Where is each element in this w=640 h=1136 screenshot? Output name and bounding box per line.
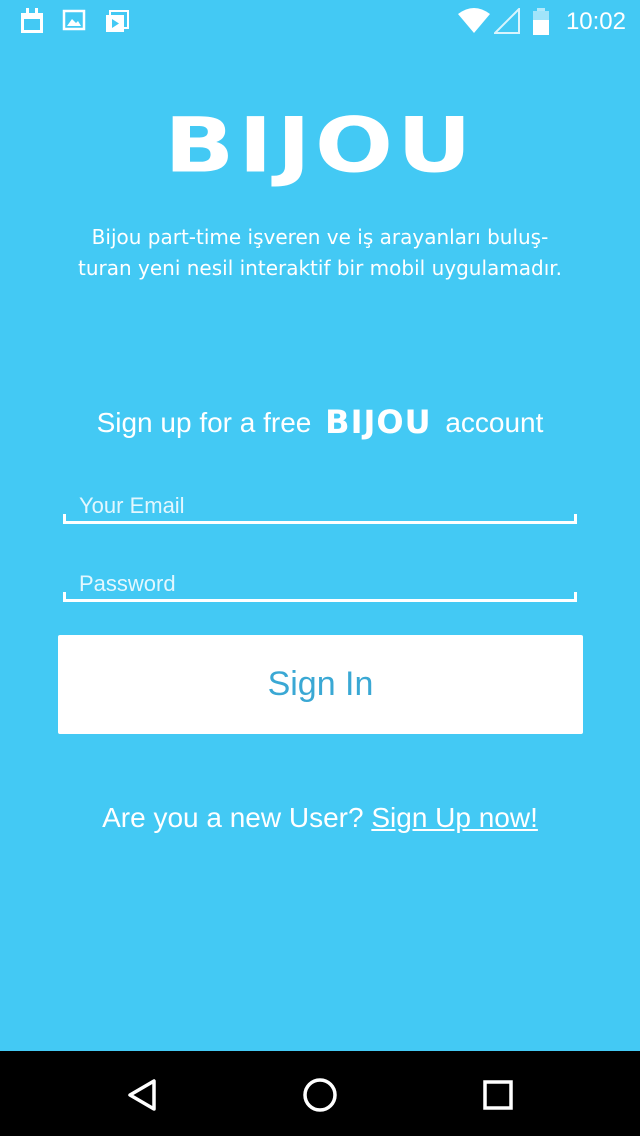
battery-icon	[532, 8, 550, 40]
back-icon[interactable]	[120, 1073, 164, 1117]
sign-up-link[interactable]: Sign Up now!	[371, 802, 538, 833]
recents-icon[interactable]	[476, 1073, 520, 1117]
navigation-bar	[0, 1051, 640, 1136]
cellular-signal-icon	[492, 6, 520, 38]
status-time: 10:02	[565, 8, 626, 35]
email-underline	[63, 514, 577, 524]
tagline: Bijou part-time işveren ve iş arayanları…	[40, 222, 600, 284]
wifi-icon	[458, 8, 490, 38]
new-user-prompt: Are you a new User? Sign Up now!	[0, 798, 640, 838]
sign-in-button[interactable]: Sign In	[58, 635, 583, 734]
password-underline	[63, 592, 577, 602]
tagline-line-2: turan yeni nesil interaktif bir mobil uy…	[77, 256, 562, 280]
calendar-icon	[20, 8, 44, 38]
media-icon	[104, 8, 130, 38]
password-field-container	[63, 566, 577, 602]
image-icon	[62, 8, 86, 36]
signup-headline-before: Sign up for a free	[96, 407, 312, 438]
status-bar: 10:02	[0, 0, 640, 44]
tagline-line-1: Bijou part-time işveren ve iş arayanları…	[91, 225, 549, 249]
home-icon[interactable]	[298, 1073, 342, 1117]
app-logo: BIJOU	[164, 101, 476, 190]
inline-logo: BIJOU	[325, 403, 432, 441]
signup-headline-after: account	[445, 407, 544, 438]
email-field-container	[63, 488, 577, 524]
signup-headline: Sign up for a free BIJOU account	[0, 400, 640, 444]
new-user-question: Are you a new User?	[102, 802, 364, 833]
